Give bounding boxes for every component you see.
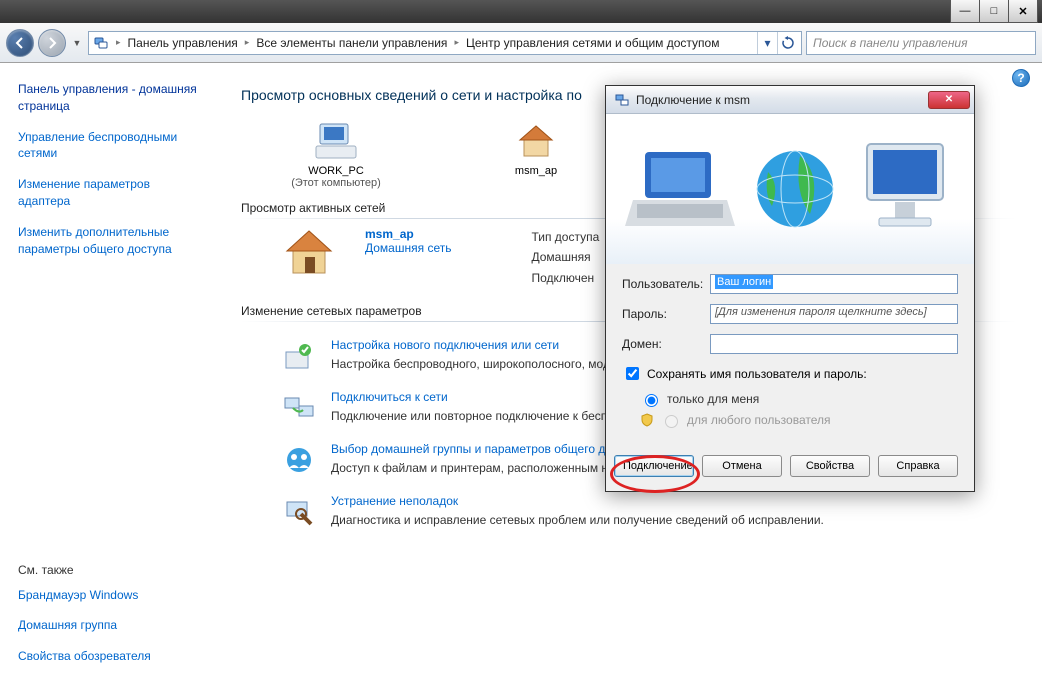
dialog-illustration — [606, 114, 974, 264]
connect-icon — [281, 390, 317, 426]
breadcrumb-seg-1[interactable]: Все элементы панели управления — [256, 36, 447, 50]
maximize-button[interactable]: □ — [979, 0, 1009, 23]
maximize-icon: □ — [991, 5, 998, 17]
pass-label: Пароль: — [622, 307, 710, 321]
domain-input[interactable] — [710, 334, 958, 354]
map-node-pc-sub: (Этот компьютер) — [281, 177, 391, 189]
cancel-button[interactable]: Отмена — [702, 455, 782, 477]
dialog-title: Подключение к msm — [636, 93, 922, 107]
sidebar: Панель управления - домашняя страница Уп… — [0, 63, 215, 689]
map-node-router: msm_ap — [481, 121, 591, 177]
radio-any-user-label: для любого пользователя — [687, 413, 831, 427]
sidebar-seealso-ie[interactable]: Свойства обозревателя — [18, 648, 203, 665]
minimize-button[interactable]: — — [950, 0, 980, 23]
connect-dialog: Подключение к msm ✕ Пользователь: Ваш ло… — [605, 85, 975, 492]
radio-only-me-label: только для меня — [667, 392, 759, 406]
pass-input[interactable]: [Для изменения пароля щелкните здесь] — [710, 304, 958, 324]
dialog-titlebar[interactable]: Подключение к msm ✕ — [606, 86, 974, 114]
help-button[interactable]: Справка — [878, 455, 958, 477]
history-dropdown[interactable]: ▼ — [70, 38, 84, 48]
active-network-name[interactable]: msm_ap — [365, 227, 451, 241]
user-input[interactable]: Ваш логин — [710, 274, 958, 294]
radio-only-me[interactable] — [645, 394, 658, 407]
setting-troubleshoot: Устранение неполадок Диагностика и испра… — [281, 494, 1016, 530]
chevron-right-icon: ▸ — [242, 37, 253, 48]
chevron-right-icon: ▸ — [451, 37, 462, 48]
map-node-router-name: msm_ap — [481, 165, 591, 177]
prop-access-type: Тип доступа — [531, 227, 599, 247]
dialog-close-button[interactable]: ✕ — [928, 91, 970, 109]
shield-icon — [640, 413, 654, 427]
sidebar-home-link[interactable]: Панель управления - домашняя страница — [18, 81, 203, 115]
connect-button[interactable]: Подключение — [614, 455, 694, 477]
house-icon — [481, 121, 591, 163]
active-network-type[interactable]: Домашняя сеть — [365, 241, 451, 255]
globe-icon — [750, 144, 840, 234]
search-input[interactable]: Поиск в панели управления — [806, 31, 1036, 55]
network-icon — [93, 35, 109, 51]
forward-button[interactable] — [38, 29, 66, 57]
troubleshoot-icon — [281, 494, 317, 530]
house-icon — [281, 227, 341, 288]
sidebar-seealso-homegroup[interactable]: Домашняя группа — [18, 617, 203, 634]
back-button[interactable] — [6, 29, 34, 57]
setting-troubleshoot-title[interactable]: Устранение неполадок — [331, 494, 1016, 508]
dialog-buttons: Подключение Отмена Свойства Справка — [606, 445, 974, 491]
homegroup-icon — [281, 442, 317, 478]
address-bar[interactable]: ▸ Панель управления ▸ Все элементы панел… — [88, 31, 802, 55]
save-credentials-checkbox[interactable] — [626, 367, 639, 380]
help-icon[interactable]: ? — [1012, 69, 1030, 87]
laptop-icon — [625, 134, 735, 244]
minimize-icon: — — [960, 5, 971, 17]
monitor-icon — [855, 134, 955, 244]
map-node-pc: WORK_PC (Этот компьютер) — [281, 121, 391, 189]
sidebar-link-adapter[interactable]: Изменение параметров адаптера — [18, 176, 203, 210]
active-network-name-block: msm_ap Домашняя сеть — [361, 227, 451, 288]
sidebar-link-wireless[interactable]: Управление беспроводными сетями — [18, 129, 203, 163]
wizard-icon — [281, 338, 317, 374]
active-network-props: Тип доступа Домашняя Подключен — [531, 227, 599, 288]
chevron-right-icon: ▸ — [113, 37, 124, 48]
sidebar-seealso-firewall[interactable]: Брандмауэр Windows — [18, 587, 203, 604]
search-placeholder: Поиск в панели управления — [813, 36, 968, 50]
user-input-value: Ваш логин — [715, 275, 773, 289]
save-credentials-label: Сохранять имя пользователя и пароль: — [647, 367, 867, 381]
network-small-icon — [614, 92, 630, 108]
breadcrumb-seg-0[interactable]: Панель управления — [128, 36, 238, 50]
domain-label: Домен: — [622, 337, 710, 351]
prop-connected: Подключен — [531, 268, 599, 288]
close-button[interactable]: ✕ — [1008, 0, 1038, 23]
properties-button[interactable]: Свойства — [790, 455, 870, 477]
prop-home: Домашняя — [531, 247, 599, 267]
address-dropdown[interactable]: ▾ — [757, 32, 777, 54]
dialog-form: Пользователь: Ваш логин Пароль: [Для изм… — [606, 264, 974, 445]
sidebar-see-also-title: См. также — [18, 563, 203, 577]
window-titlebar: — □ ✕ — [0, 0, 1042, 23]
navigation-bar: ▼ ▸ Панель управления ▸ Все элементы пан… — [0, 23, 1042, 63]
map-node-pc-name: WORK_PC — [281, 165, 391, 177]
radio-any-user — [665, 415, 678, 428]
sidebar-link-sharing[interactable]: Изменить дополнительные параметры общего… — [18, 224, 203, 258]
breadcrumb-seg-2[interactable]: Центр управления сетями и общим доступом — [466, 36, 720, 50]
computer-icon — [281, 121, 391, 163]
setting-troubleshoot-desc: Диагностика и исправление сетевых пробле… — [331, 512, 1016, 529]
refresh-button[interactable] — [777, 32, 797, 54]
user-label: Пользователь: — [622, 277, 710, 291]
close-icon: ✕ — [1018, 5, 1027, 18]
